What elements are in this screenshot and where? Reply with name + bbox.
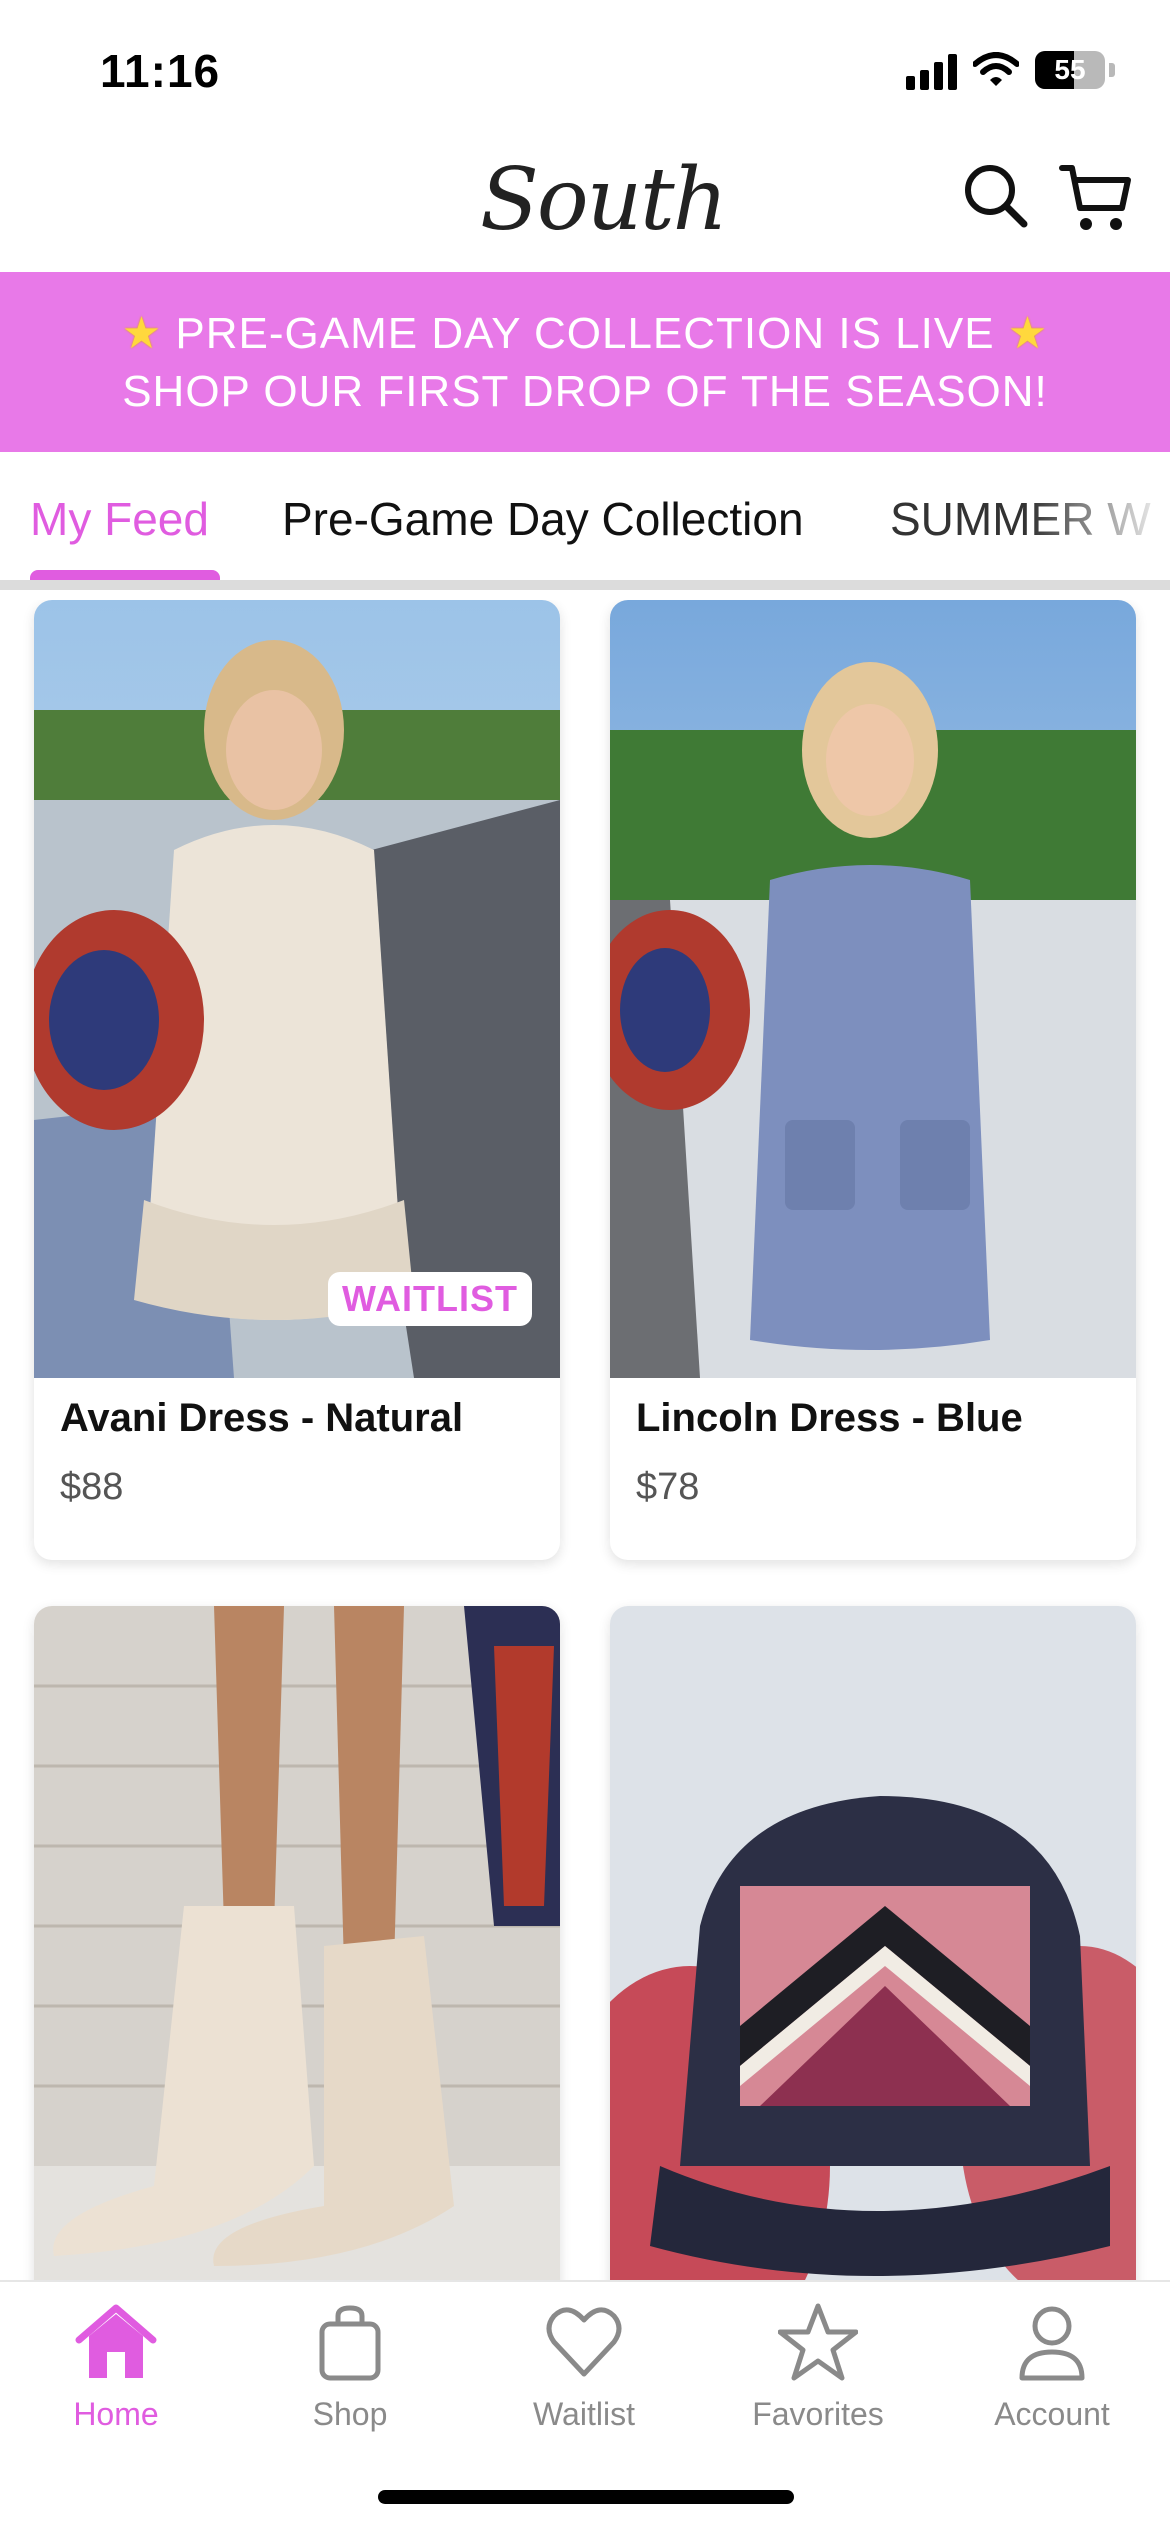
star-icon: ★ (1007, 308, 1049, 358)
product-name[interactable]: Avani Dress - Natural (60, 1396, 463, 1441)
person-icon (1019, 2306, 1085, 2381)
product-name[interactable]: Lincoln Dress - Blue (636, 1396, 1023, 1441)
signal-icon (906, 50, 957, 90)
nav-shop-label: Shop (312, 2396, 388, 2432)
status-time: 11:16 (100, 45, 221, 97)
trucker-hat-photo (610, 1606, 1136, 2280)
promo-banner[interactable]: ★ PRE-GAME DAY COLLECTION IS LIVE ★ SHOP… (0, 272, 1170, 452)
app-header: South (0, 140, 1170, 272)
tab-my-feed[interactable]: My Feed (30, 492, 209, 546)
lincoln-dress-photo (610, 600, 1136, 1378)
product-image[interactable] (34, 600, 560, 1378)
banner-subline: SHOP OUR FIRST DROP OF THE SEASON! (122, 366, 1048, 416)
star-icon: ★ (121, 308, 163, 358)
product-card[interactable]: WAITLIST Avani Dress - Natural $88 (34, 600, 560, 1560)
wifi-icon (973, 52, 1019, 86)
tab-active-indicator (30, 570, 220, 580)
product-image[interactable] (34, 1606, 560, 2280)
search-icon[interactable] (962, 162, 1030, 230)
banner-headline: PRE-GAME DAY COLLECTION IS LIVE (175, 308, 995, 358)
battery-tip (1109, 63, 1115, 77)
product-card[interactable] (610, 1606, 1136, 2280)
product-image[interactable] (610, 600, 1136, 1378)
nav-favorites[interactable]: Favorites (718, 2302, 918, 2433)
tab-pre-game-day-collection[interactable]: Pre-Game Day Collection (282, 492, 804, 546)
nav-shop[interactable]: Shop (250, 2302, 450, 2433)
avani-dress-photo (34, 600, 560, 1378)
shopping-bag-icon (319, 2305, 381, 2381)
nav-account-label: Account (994, 2396, 1110, 2432)
heart-icon (546, 2307, 622, 2377)
cart-icon[interactable] (1058, 162, 1134, 238)
product-feed: WAITLIST Avani Dress - Natural $88 Linco… (0, 600, 1170, 2280)
category-tabs: My Feed Pre-Game Day Collection SUMMER W (0, 452, 1170, 590)
battery-level: 55 (1054, 54, 1086, 85)
tabs-fade (1030, 452, 1170, 580)
nav-waitlist-label: Waitlist (533, 2396, 635, 2432)
product-card[interactable] (34, 1606, 560, 2280)
status-bar: 11:16 55 (0, 0, 1170, 140)
boots-photo (34, 1606, 560, 2280)
banner-line-1: ★ PRE-GAME DAY COLLECTION IS LIVE ★ (0, 308, 1170, 359)
home-icon (75, 2304, 157, 2378)
product-card[interactable]: Lincoln Dress - Blue $78 (610, 600, 1136, 1560)
nav-home-label: Home (73, 2396, 159, 2432)
product-price: $78 (636, 1466, 700, 1508)
brand-logo[interactable]: South (480, 150, 728, 250)
battery-icon: 55 (1035, 51, 1105, 89)
nav-waitlist[interactable]: Waitlist (484, 2302, 684, 2433)
nav-favorites-label: Favorites (752, 2396, 884, 2432)
product-price: $88 (60, 1466, 124, 1508)
home-indicator (378, 2490, 794, 2504)
status-icons: 55 (906, 50, 1115, 90)
nav-home[interactable]: Home (16, 2302, 216, 2433)
waitlist-badge: WAITLIST (328, 1272, 532, 1326)
star-icon (778, 2303, 858, 2381)
nav-account[interactable]: Account (952, 2302, 1152, 2433)
product-image[interactable] (610, 1606, 1136, 2280)
